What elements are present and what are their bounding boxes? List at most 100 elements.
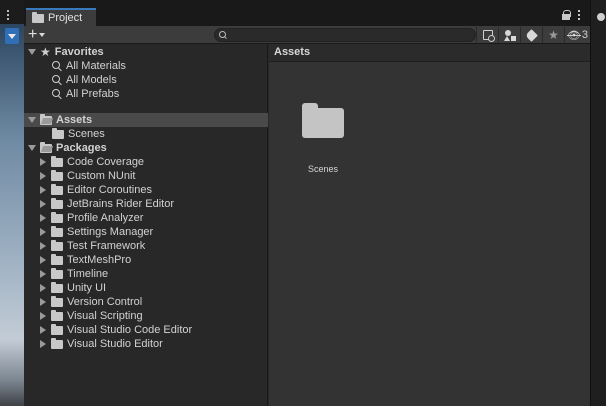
folder-icon bbox=[51, 267, 63, 279]
chevron-down-icon[interactable] bbox=[28, 117, 36, 123]
tree-item-package[interactable]: Editor Coroutines bbox=[24, 183, 268, 197]
create-button[interactable]: + bbox=[28, 27, 50, 43]
search-field[interactable] bbox=[214, 28, 476, 42]
folder-icon bbox=[51, 295, 63, 307]
breadcrumb[interactable]: Assets bbox=[269, 44, 590, 62]
chevron-down-icon[interactable] bbox=[28, 49, 36, 55]
right-edge-strip bbox=[590, 0, 606, 406]
chevron-right-icon[interactable] bbox=[40, 158, 46, 166]
tree-item-all-materials[interactable]: All Materials bbox=[24, 59, 268, 73]
search-input[interactable] bbox=[229, 29, 469, 41]
folder-icon bbox=[51, 197, 63, 209]
tree-item-label: Editor Coroutines bbox=[67, 184, 152, 196]
toolbar-buttons: ★ 👁 3 bbox=[476, 27, 590, 43]
tree-item-label: Version Control bbox=[67, 296, 143, 308]
folder-icon bbox=[51, 211, 63, 223]
folder-icon bbox=[302, 103, 344, 138]
tree-item-scenes[interactable]: Scenes bbox=[24, 127, 268, 141]
plus-icon: + bbox=[28, 26, 38, 43]
tree-item-package[interactable]: JetBrains Rider Editor bbox=[24, 197, 268, 211]
tree-item-label: Settings Manager bbox=[67, 226, 154, 238]
folder-icon bbox=[32, 11, 44, 23]
folder-icon bbox=[51, 225, 63, 237]
search-by-type-icon bbox=[482, 30, 495, 42]
kebab-icon[interactable] bbox=[6, 10, 10, 22]
tree-item-package[interactable]: Profile Analyzer bbox=[24, 211, 268, 225]
folder-icon bbox=[51, 155, 63, 167]
asset-folder-scenes[interactable]: Scenes bbox=[299, 102, 347, 174]
chevron-right-icon[interactable] bbox=[40, 256, 46, 264]
tree-section-label: Favorites bbox=[54, 46, 104, 58]
folder-icon bbox=[51, 309, 63, 321]
tree-item-label: All Materials bbox=[66, 60, 126, 72]
chevron-down-icon bbox=[39, 33, 46, 37]
folder-icon bbox=[52, 127, 64, 139]
tree-item-label: Profile Analyzer bbox=[67, 212, 144, 224]
tree-item-label: TextMeshPro bbox=[67, 254, 132, 266]
chevron-right-icon[interactable] bbox=[40, 186, 46, 194]
lock-icon[interactable] bbox=[562, 10, 571, 20]
chevron-down-icon[interactable] bbox=[28, 145, 36, 151]
folder-icon bbox=[51, 323, 63, 335]
hidden-packages-toggle[interactable]: 👁 3 bbox=[564, 27, 590, 43]
eye-slash-icon: 👁 bbox=[566, 29, 581, 42]
folder-icon bbox=[51, 169, 63, 181]
tree-section-packages[interactable]: Packages bbox=[24, 141, 268, 155]
chevron-right-icon[interactable] bbox=[40, 214, 46, 222]
tree-item-package[interactable]: Test Framework bbox=[24, 239, 268, 253]
tab-project[interactable]: Project bbox=[26, 8, 96, 26]
hidden-packages-count: 3 bbox=[581, 29, 589, 41]
search-icon bbox=[52, 74, 63, 86]
chevron-right-icon[interactable] bbox=[40, 326, 46, 334]
chevron-right-icon[interactable] bbox=[40, 340, 46, 348]
tree-item-package[interactable]: Unity UI bbox=[24, 281, 268, 295]
tree-item-package[interactable]: Version Control bbox=[24, 295, 268, 309]
chevron-right-icon[interactable] bbox=[40, 312, 46, 320]
tree-item-package[interactable]: Code Coverage bbox=[24, 155, 268, 169]
folder-icon bbox=[51, 183, 63, 195]
kebab-menu-icon[interactable] bbox=[578, 10, 582, 22]
tree-section-label: Packages bbox=[56, 142, 107, 154]
tree-item-package[interactable]: Settings Manager bbox=[24, 225, 268, 239]
tree-item-package[interactable]: Custom NUnit bbox=[24, 169, 268, 183]
tree-item-label: All Prefabs bbox=[66, 88, 120, 100]
tree-item-package[interactable]: Visual Studio Code Editor bbox=[24, 323, 268, 337]
window-controls bbox=[562, 10, 582, 22]
folder-icon bbox=[51, 337, 63, 349]
dropdown-button[interactable] bbox=[5, 28, 19, 44]
tree-item-label: Scenes bbox=[68, 128, 105, 140]
chevron-right-icon[interactable] bbox=[40, 228, 46, 236]
tree-item-all-prefabs[interactable]: All Prefabs bbox=[24, 87, 268, 101]
chevron-right-icon[interactable] bbox=[40, 298, 46, 306]
folder-icon bbox=[51, 239, 63, 251]
asset-label: Scenes bbox=[307, 164, 339, 174]
tree-section-assets[interactable]: Assets bbox=[24, 113, 268, 127]
tree-section-favorites[interactable]: ★ Favorites bbox=[24, 45, 268, 59]
favorites-button[interactable]: ★ bbox=[542, 27, 564, 43]
circle-icon[interactable] bbox=[597, 13, 605, 21]
chevron-right-icon[interactable] bbox=[40, 284, 46, 292]
asset-browser: Assets Scenes bbox=[269, 44, 590, 406]
tree-item-label: Timeline bbox=[67, 268, 109, 280]
tree-item-package[interactable]: Timeline bbox=[24, 267, 268, 281]
star-icon: ★ bbox=[40, 45, 51, 59]
project-toolbar: + ★ 👁 3 bbox=[24, 26, 590, 44]
tree-item-package[interactable]: Visual Scripting bbox=[24, 309, 268, 323]
search-by-type-button[interactable] bbox=[476, 27, 498, 43]
left-gutter bbox=[0, 0, 24, 406]
tree-item-package[interactable]: Visual Studio Editor bbox=[24, 337, 268, 351]
folder-open-icon bbox=[40, 141, 52, 153]
search-icon bbox=[52, 88, 63, 100]
project-window: Project + ★ 👁 3 ★ Favorites All Material… bbox=[24, 8, 590, 406]
chevron-right-icon[interactable] bbox=[40, 242, 46, 250]
folder-icon bbox=[51, 281, 63, 293]
tree-item-label: Custom NUnit bbox=[67, 170, 136, 182]
chevron-right-icon[interactable] bbox=[40, 172, 46, 180]
chevron-right-icon[interactable] bbox=[40, 200, 46, 208]
tree-item-package[interactable]: TextMeshPro bbox=[24, 253, 268, 267]
search-icon bbox=[52, 60, 63, 72]
tree-item-all-models[interactable]: All Models bbox=[24, 73, 268, 87]
filter-by-type-button[interactable] bbox=[498, 27, 520, 43]
filter-by-label-button[interactable] bbox=[520, 27, 542, 43]
chevron-right-icon[interactable] bbox=[40, 270, 46, 278]
